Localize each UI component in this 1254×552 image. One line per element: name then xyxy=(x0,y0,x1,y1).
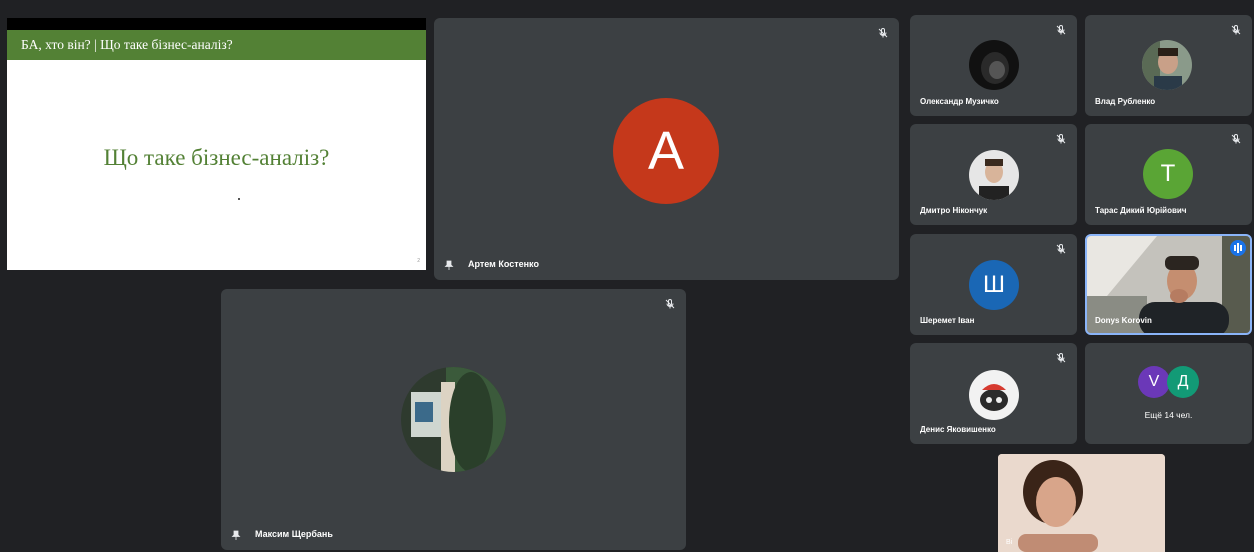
participant-tile-maksym[interactable]: Максим Щербань xyxy=(221,289,686,550)
participant-tile-taras[interactable]: T Тарас Дикий Юрійович xyxy=(1085,124,1252,225)
participant-name-sheremet: Шеремет Іван xyxy=(920,316,975,325)
participant-name-donys: Donys Korovin xyxy=(1095,316,1152,325)
participant-name-denys: Денис Яковишенко xyxy=(920,425,996,434)
participant-tile-donys-active-speaker[interactable]: Donys Korovin xyxy=(1085,234,1252,335)
mic-off-icon xyxy=(1231,24,1241,35)
mic-off-icon xyxy=(1056,352,1066,363)
avatar-initial: T xyxy=(1160,160,1176,187)
slide-top-strip xyxy=(7,18,426,30)
avatar-oleksandr xyxy=(969,40,1019,90)
avatar-more-2: Д xyxy=(1167,366,1199,398)
participant-name-taras: Тарас Дикий Юрійович xyxy=(1095,206,1187,215)
participant-name-label: Максим Щербань xyxy=(255,529,333,540)
participant-name-dmytro: Дмитро Ніконч​ук xyxy=(920,206,988,215)
self-view-tile[interactable]: Ві xyxy=(998,454,1165,552)
participant-name-artem: Артем Костенко xyxy=(444,259,539,270)
self-view-video xyxy=(998,454,1165,552)
avatar-maksym xyxy=(401,367,506,472)
avatar-initial: Ш xyxy=(983,271,1005,298)
avatar-sheremet: Ш xyxy=(969,260,1019,310)
participant-tile-sheremet[interactable]: Ш Шеремет Іван xyxy=(910,234,1077,335)
slide-page-number: 2 xyxy=(417,258,420,264)
avatar-taras: T xyxy=(1143,149,1193,199)
mouse-pointer xyxy=(238,198,240,200)
self-view-name: Ві xyxy=(1006,539,1013,546)
avatar-initial: Д xyxy=(1177,373,1189,390)
participant-tile-oleksandr[interactable]: Олександр Музичко xyxy=(910,15,1077,116)
more-participants-tile[interactable]: V Д Ещё 14 чел. xyxy=(1085,343,1252,444)
avatar-denys xyxy=(969,370,1019,420)
participant-name-oleksandr: Олександр Музичко xyxy=(920,97,999,106)
mic-off-icon xyxy=(878,27,888,38)
mic-off-icon xyxy=(1056,243,1066,254)
participant-name-label: Артем Костенко xyxy=(468,259,539,270)
slide-header-title: БА, хто він? | Що таке бізнес-аналіз? xyxy=(21,37,233,52)
avatar-initial: V xyxy=(1148,373,1160,390)
avatar-vlad xyxy=(1142,40,1192,90)
participant-tile-vlad[interactable]: Влад Рубленко xyxy=(1085,15,1252,116)
more-participants-label: Ещё 14 чел. xyxy=(1144,410,1193,420)
presentation-slide: БА, хто він? | Що таке бізнес-аналіз? Що… xyxy=(7,18,426,270)
participant-name-maksym: Максим Щербань xyxy=(231,529,333,540)
mic-off-icon xyxy=(1056,24,1066,35)
slide-header-bar: БА, хто він? | Що таке бізнес-аналіз? xyxy=(7,30,426,60)
participant-tile-denys[interactable]: Денис Яковишенко xyxy=(910,343,1077,444)
participant-name-vlad: Влад Рубленко xyxy=(1095,97,1156,106)
speaking-indicator-icon xyxy=(1230,240,1246,256)
avatar-dmytro xyxy=(969,150,1019,200)
mic-off-icon xyxy=(1231,133,1241,144)
avatar-initial: A xyxy=(647,121,685,181)
participant-tile-dmytro[interactable]: Дмитро Ніконч​ук xyxy=(910,124,1077,225)
slide-heading: Що таке бізнес-аналіз? xyxy=(103,145,330,170)
mic-off-icon xyxy=(665,298,675,309)
mic-off-icon xyxy=(1056,133,1066,144)
participant-tile-artem[interactable]: A Артем Костенко xyxy=(434,18,899,280)
pin-icon xyxy=(231,530,241,540)
avatar-more-1: V xyxy=(1138,366,1170,398)
avatar-artem: A xyxy=(613,98,719,204)
pin-icon xyxy=(444,260,454,270)
